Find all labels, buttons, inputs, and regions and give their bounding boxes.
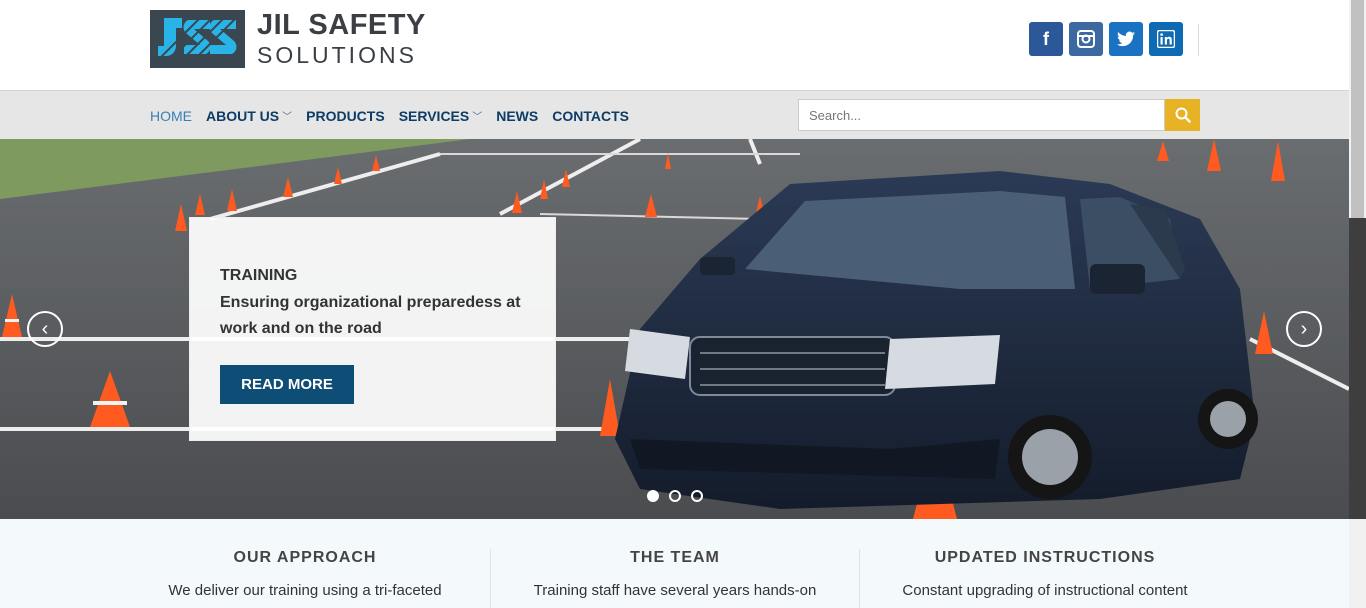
- search-form: [798, 99, 1200, 131]
- nav-label: HOME: [150, 107, 192, 124]
- facebook-glyph: f: [1043, 28, 1049, 49]
- slide-title: TRAINING: [220, 267, 298, 284]
- features-section: OUR APPROACH We deliver our training usi…: [0, 519, 1349, 608]
- logo-text: JIL SAFETY SOLUTIONS: [257, 11, 426, 67]
- instagram-icon[interactable]: [1069, 22, 1103, 56]
- linkedin-glyph: [1157, 30, 1175, 48]
- linkedin-icon[interactable]: [1149, 22, 1183, 56]
- brand-name-line2: SOLUTIONS: [257, 42, 417, 68]
- scrollbar-track-shade: [1349, 218, 1366, 519]
- search-input[interactable]: [798, 99, 1165, 131]
- brand-name-line1: JIL SAFETY: [257, 9, 426, 41]
- nav-menu: HOME ABOUT US ﹀ PRODUCTS SERVICES ﹀ NEWS C…: [150, 91, 643, 140]
- slider-pagination: [647, 490, 703, 502]
- twitter-glyph: [1117, 31, 1135, 47]
- feature-text: We deliver our training using a tri-face…: [168, 582, 442, 599]
- main-navbar: HOME ABOUT US ﹀ PRODUCTS SERVICES ﹀ NEWS C…: [0, 90, 1349, 139]
- feature-updated-instructions: UPDATED INSTRUCTIONS Constant upgrading …: [880, 549, 1210, 599]
- slider-next-button[interactable]: ›: [1286, 311, 1322, 347]
- nav-item-news[interactable]: NEWS: [496, 108, 538, 124]
- feature-title: THE TEAM: [630, 549, 720, 566]
- feature-text: Constant upgrading of instructional cont…: [902, 582, 1188, 599]
- site-header: JIL SAFETY SOLUTIONS f: [0, 0, 1349, 90]
- feature-title: UPDATED INSTRUCTIONS: [934, 549, 1156, 566]
- chevron-down-icon: ﹀: [282, 112, 293, 123]
- nav-item-about-us[interactable]: ABOUT US ﹀: [206, 108, 292, 124]
- twitter-icon[interactable]: [1109, 22, 1143, 56]
- slide-caption: TRAINING Ensuring organizational prepare…: [189, 217, 556, 441]
- slide-text: Ensuring organizational preparedess at w…: [220, 294, 521, 337]
- feature-title: OUR APPROACH: [233, 549, 377, 566]
- search-icon: [1175, 107, 1191, 123]
- nav-label: PRODUCTS: [306, 107, 385, 124]
- slider-prev-button[interactable]: ‹: [27, 311, 63, 347]
- slider-dot-3[interactable]: [691, 490, 703, 502]
- chevron-right-icon: ›: [1300, 317, 1308, 340]
- feature-divider: [859, 549, 860, 608]
- nav-label: NEWS: [496, 107, 539, 124]
- facebook-icon[interactable]: f: [1029, 22, 1063, 56]
- feature-our-approach: OUR APPROACH We deliver our training usi…: [150, 549, 460, 599]
- nav-item-products[interactable]: PRODUCTS: [306, 108, 385, 124]
- hero-slider: TRAINING Ensuring organizational prepare…: [0, 139, 1349, 519]
- feature-text: Training staff have several years hands-…: [533, 582, 817, 599]
- chevron-down-icon: ﹀: [472, 112, 483, 123]
- feature-the-team: THE TEAM Training staff have several yea…: [520, 549, 830, 599]
- nav-label: SERVICES: [398, 107, 470, 124]
- social-links: f: [1029, 22, 1183, 56]
- read-more-button[interactable]: READ MORE: [220, 365, 354, 404]
- nav-label: CONTACTS: [552, 107, 629, 124]
- slider-dot-2[interactable]: [669, 490, 681, 502]
- chevron-left-icon: ‹: [41, 317, 49, 340]
- nav-item-home[interactable]: HOME: [150, 108, 192, 124]
- slider-dot-1[interactable]: [647, 490, 659, 502]
- header-divider: [1198, 24, 1199, 56]
- instagram-glyph: [1077, 30, 1095, 48]
- feature-divider: [490, 549, 491, 608]
- nav-item-contacts[interactable]: CONTACTS: [552, 108, 629, 124]
- nav-label: ABOUT US: [206, 107, 280, 124]
- search-button[interactable]: [1165, 99, 1200, 131]
- scrollbar-thumb[interactable]: [1351, 0, 1364, 218]
- logo[interactable]: JIL SAFETY SOLUTIONS: [150, 10, 426, 68]
- nav-item-services[interactable]: SERVICES ﹀: [399, 108, 483, 124]
- jss-logo-icon: [150, 10, 245, 68]
